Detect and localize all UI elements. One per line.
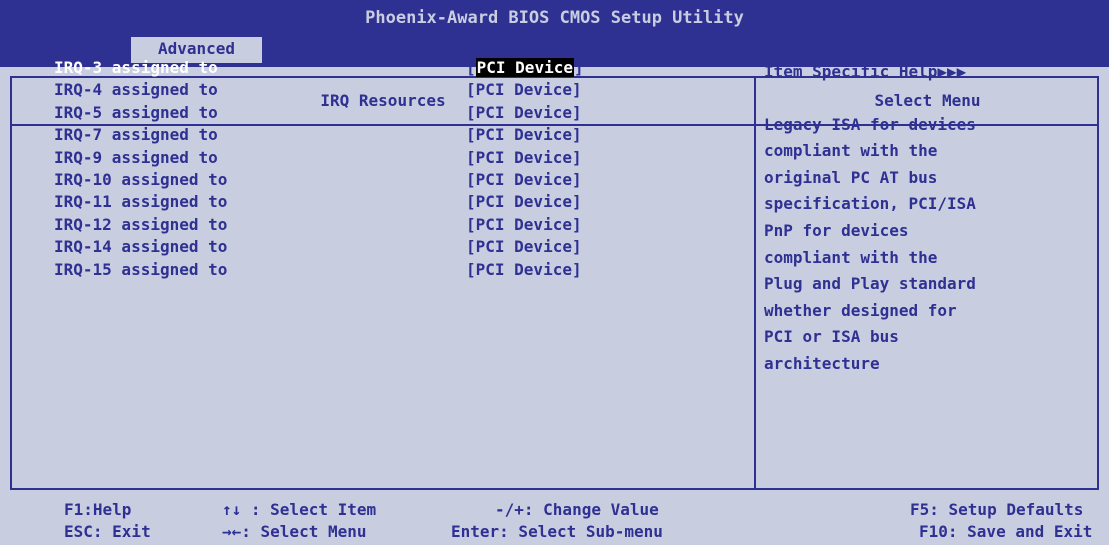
irq-row[interactable]: IRQ-11 assigned to [PCI Device] [54, 191, 654, 213]
bios-title: Phoenix-Award BIOS CMOS Setup Utility [365, 8, 744, 28]
irq-label: IRQ-9 assigned to [54, 147, 218, 167]
irq-label: IRQ-15 assigned to [54, 259, 228, 279]
help-header: Item Specific Help▶▶▶ [764, 62, 967, 81]
irq-label: IRQ-12 assigned to [54, 214, 228, 234]
setup-defaults-key: F5: Setup Defaults [910, 500, 1084, 519]
esc-exit-key: ESC: Exit [64, 522, 151, 541]
irq-row[interactable]: IRQ-7 assigned to [PCI Device] [54, 124, 654, 146]
irq-label: IRQ-14 assigned to [54, 237, 228, 257]
irq-label: IRQ-5 assigned to [54, 102, 218, 122]
bracket-left: [ [466, 58, 476, 77]
irq-row[interactable]: IRQ-4 assigned to [PCI Device] [54, 79, 654, 101]
bios-title-bar: Phoenix-Award BIOS CMOS Setup Utility [0, 0, 1109, 37]
irq-row[interactable]: IRQ-15 assigned to [PCI Device] [54, 259, 654, 281]
irq-value-field[interactable]: [PCI Device] [466, 236, 582, 258]
irq-value-field[interactable]: [PCI Device] [466, 259, 582, 281]
irq-row[interactable]: IRQ-14 assigned to [PCI Device] [54, 236, 654, 258]
irq-label: IRQ-11 assigned to [54, 192, 228, 212]
bracket-right: ] [573, 58, 584, 77]
irq-value-field[interactable]: [PCI Device] [466, 102, 582, 124]
irq-row[interactable]: IRQ-10 assigned to [PCI Device] [54, 169, 654, 191]
irq-value-field[interactable]: [PCI Device] [466, 169, 582, 191]
irq-label: IRQ-4 assigned to [54, 80, 218, 100]
irq-list: IRQ-3 assigned to [PCI Device] IRQ-4 assig… [54, 57, 654, 281]
irq-row[interactable]: IRQ-12 assigned to [PCI Device] [54, 214, 654, 236]
irq-value-field[interactable]: [PCI Device] [466, 57, 584, 79]
save-exit-key: F10: Save and Exit [919, 522, 1093, 541]
item-specific-help: Item Specific Help▶▶▶ Legacy ISA for dev… [764, 59, 1084, 378]
irq-row[interactable]: IRQ-9 assigned to [PCI Device] [54, 147, 654, 169]
help-text: Legacy ISA for devices compliant with th… [764, 114, 976, 373]
key-legend: F1:Help ESC: Exit ↑↓ : Select Item →←: S… [0, 494, 1109, 545]
irq-row[interactable]: IRQ-3 assigned to [PCI Device] [54, 57, 654, 79]
irq-value-field[interactable]: [PCI Device] [466, 214, 582, 236]
f1-help-key: F1:Help [64, 500, 132, 519]
irq-label: IRQ-3 assigned to [54, 58, 218, 77]
irq-value-field[interactable]: [PCI Device] [466, 79, 582, 101]
select-item-key: ↑↓ : Select Item [222, 500, 377, 519]
irq-label: IRQ-7 assigned to [54, 125, 218, 145]
select-menu-key: →←: Select Menu [222, 522, 367, 541]
change-value-key: -/+: Change Value [495, 500, 659, 519]
irq-value-selected[interactable]: PCI Device [475, 58, 574, 77]
irq-value-field[interactable]: [PCI Device] [466, 191, 582, 213]
select-submenu-key: Enter: Select Sub-menu [451, 522, 663, 541]
irq-value-field[interactable]: [PCI Device] [466, 147, 582, 169]
irq-label: IRQ-10 assigned to [54, 169, 228, 189]
panel-divider [754, 78, 756, 490]
irq-value-field[interactable]: [PCI Device] [466, 124, 582, 146]
irq-row[interactable]: IRQ-5 assigned to [PCI Device] [54, 102, 654, 124]
